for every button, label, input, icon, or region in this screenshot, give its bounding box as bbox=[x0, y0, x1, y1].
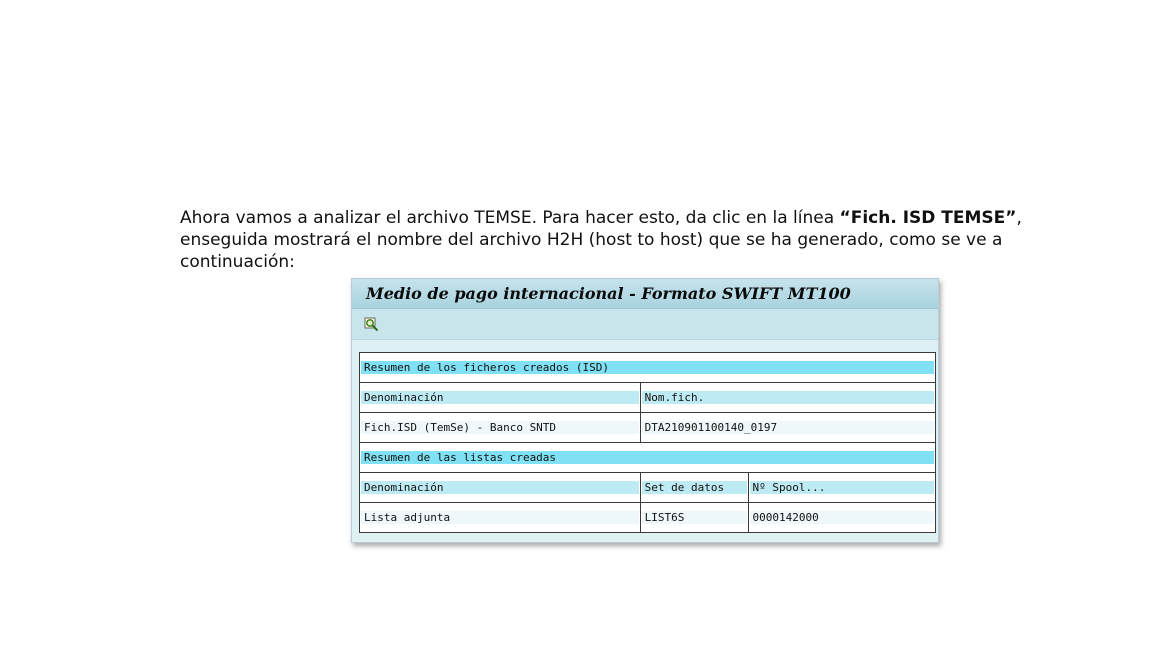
cell-spool-number[interactable]: 0000142000 bbox=[749, 511, 934, 524]
output-list: Resumen de los ficheros creados (ISD) De… bbox=[359, 352, 937, 533]
cell-nom-fich[interactable]: DTA210901100140_0197 bbox=[641, 421, 934, 434]
table-row[interactable]: Fich.ISD (TemSe) - Banco SNTD DTA2109011… bbox=[359, 412, 937, 443]
header-row: Denominación Set de datos Nº Spool... bbox=[359, 472, 936, 503]
instruction-text-1: Ahora vamos a analizar el archivo TEMSE.… bbox=[180, 208, 840, 228]
table-row[interactable]: Lista adjunta LIST6S 0000142000 bbox=[359, 502, 936, 533]
instruction-highlight: “Fich. ISD TEMSE” bbox=[839, 208, 1017, 228]
zoom-detail-icon[interactable] bbox=[363, 316, 379, 332]
column-header-set-de-datos: Set de datos bbox=[641, 481, 747, 494]
instruction-paragraph: Ahora vamos a analizar el archivo TEMSE.… bbox=[180, 207, 1040, 273]
section-row: Resumen de los ficheros creados (ISD) bbox=[359, 352, 936, 383]
window-title: Medio de pago internacional - Formato SW… bbox=[352, 279, 938, 309]
section-title-lists: Resumen de las listas creadas bbox=[361, 451, 934, 464]
section-title-files: Resumen de los ficheros creados (ISD) bbox=[361, 361, 934, 374]
header-row: Denominación Nom.fich. bbox=[359, 382, 937, 413]
cell-denominacion[interactable]: Lista adjunta bbox=[361, 511, 639, 524]
application-toolbar bbox=[352, 309, 938, 340]
column-header-denominacion: Denominación bbox=[361, 481, 639, 494]
cell-denominacion[interactable]: Fich.ISD (TemSe) - Banco SNTD bbox=[361, 421, 639, 434]
section-row: Resumen de las listas creadas bbox=[359, 442, 936, 473]
sap-screenshot-window: Medio de pago internacional - Formato SW… bbox=[351, 278, 939, 543]
column-header-denominacion: Denominación bbox=[361, 391, 639, 404]
column-header-nom-fich: Nom.fich. bbox=[641, 391, 934, 404]
column-header-spool: Nº Spool... bbox=[749, 481, 934, 494]
files-summary-table: Resumen de los ficheros creados (ISD) De… bbox=[359, 352, 937, 533]
cell-set-de-datos[interactable]: LIST6S bbox=[641, 511, 747, 524]
